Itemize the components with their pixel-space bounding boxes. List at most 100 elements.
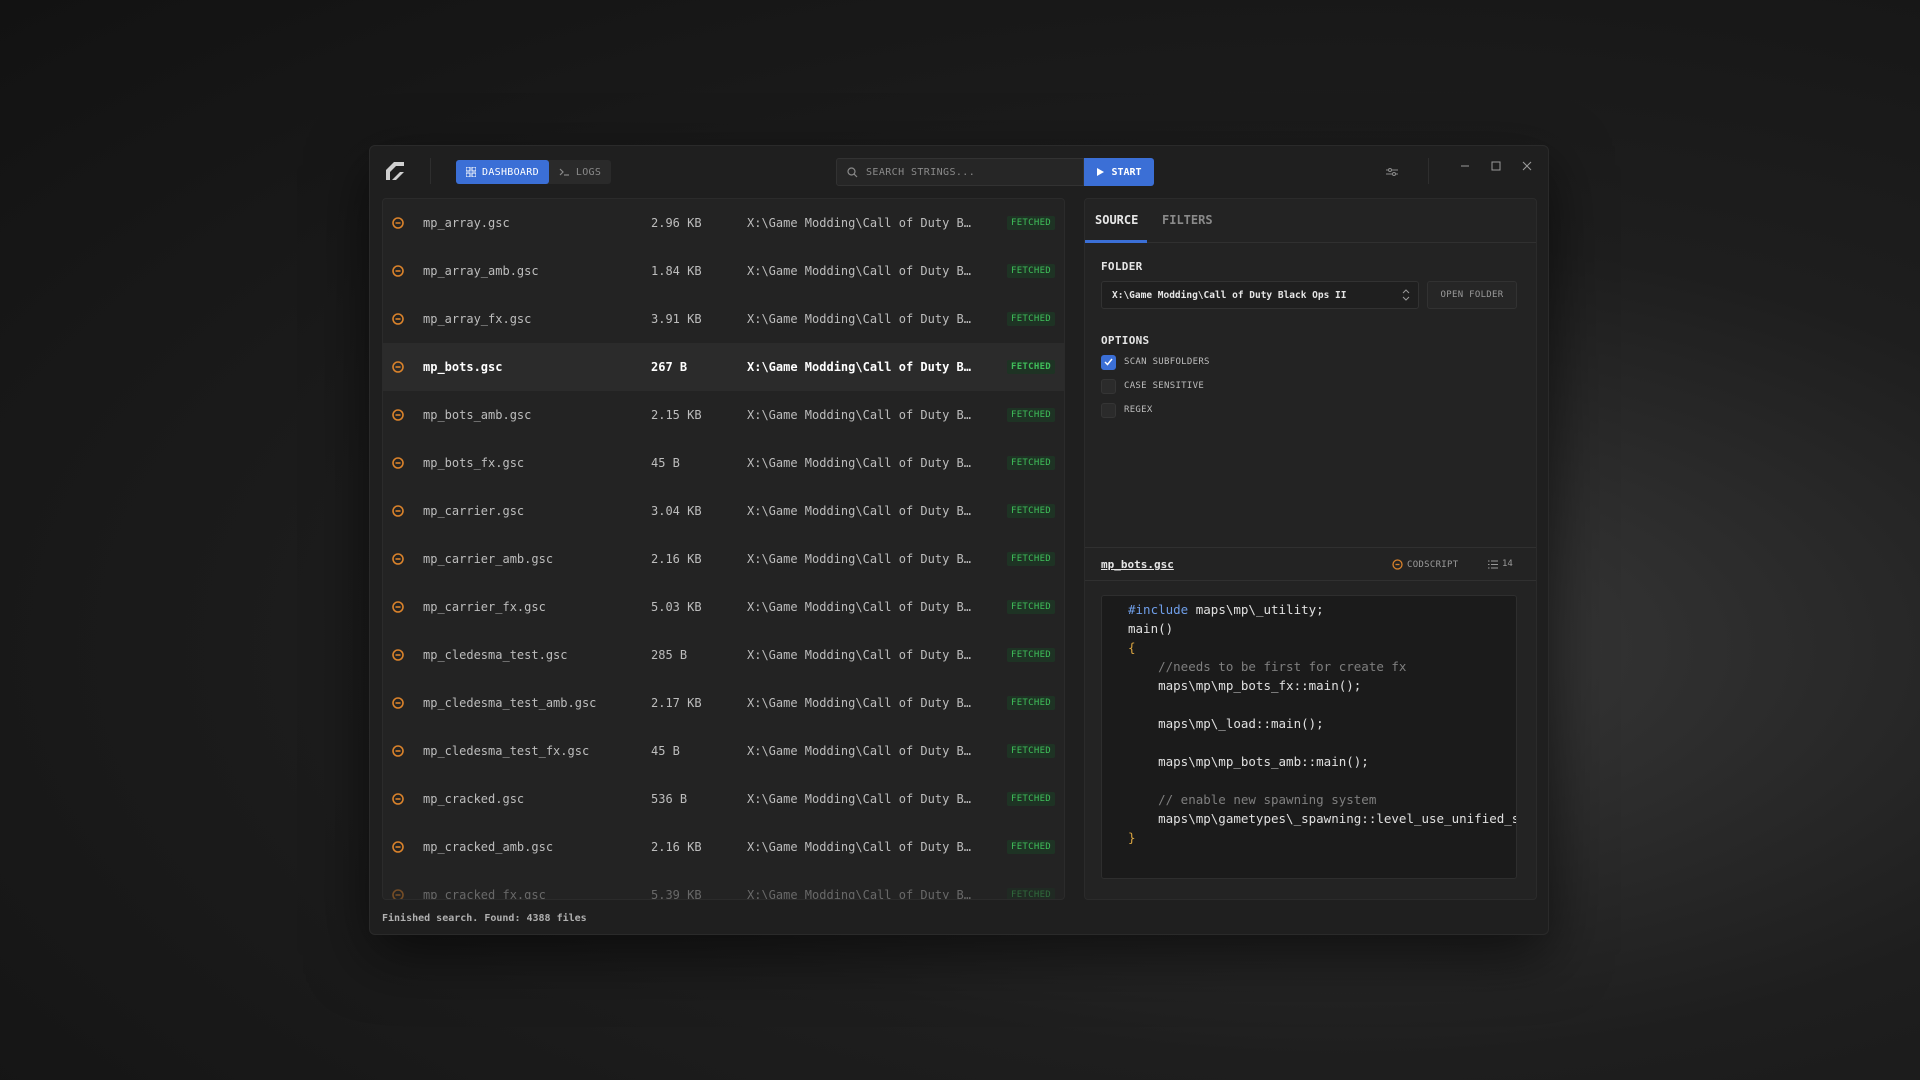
file-name: mp_carrier_fx.gsc — [423, 600, 546, 614]
file-row[interactable]: mp_carrier_amb.gsc 2.16 KB X:\Game Modding… — [383, 535, 1064, 583]
file-path: X:\Game Modding\Call of Duty Black Ops I… — [747, 264, 977, 278]
file-path: X:\Game Modding\Call of Duty Black Ops I… — [747, 600, 977, 614]
code-text: maps\mp\mp_bots_fx::main(); — [1128, 678, 1362, 693]
start-button[interactable]: START — [1084, 158, 1154, 186]
maximize-icon — [1491, 161, 1501, 171]
panel-tabs: SOURCE FILTERS — [1085, 199, 1536, 243]
checkbox[interactable] — [1101, 354, 1116, 370]
status-badge: FETCHED — [1007, 264, 1056, 278]
preview-file-name[interactable]: mp_bots.gsc — [1101, 558, 1174, 571]
file-path: X:\Game Modding\Call of Duty Black Ops I… — [747, 744, 977, 758]
tab-dashboard[interactable]: DASHBOARD — [456, 160, 549, 184]
file-size: 45 B — [651, 744, 680, 758]
file-icon — [392, 649, 404, 661]
include-path: maps\mp\_utility; — [1188, 602, 1324, 617]
file-row[interactable]: mp_cledesma_test_fx.gsc 45 B X:\Game Moddi… — [383, 727, 1064, 775]
grid-icon — [466, 167, 476, 177]
option-scan-subfolders[interactable]: SCAN SUBFOLDERS — [1101, 354, 1210, 370]
status-badge: FETCHED — [1007, 456, 1056, 470]
file-name: mp_bots_fx.gsc — [423, 456, 525, 470]
file-name: mp_bots_amb.gsc — [423, 408, 532, 422]
maximize-button[interactable] — [1486, 156, 1506, 176]
file-size: 5.39 KB — [651, 888, 702, 900]
folder-select-value: X:\Game Modding\Call of Duty Black Ops I… — [1112, 289, 1347, 301]
file-row[interactable]: mp_cracked.gsc 536 B X:\Game Modding\Call … — [383, 775, 1064, 823]
search-icon — [847, 166, 858, 177]
file-row[interactable]: mp_cracked_fx.gsc 5.39 KB X:\Game Modding\… — [383, 871, 1064, 900]
file-row[interactable]: mp_carrier_fx.gsc 5.03 KB X:\Game Modding\… — [383, 583, 1064, 631]
file-size: 536 B — [651, 792, 688, 806]
codscript-icon — [1392, 559, 1403, 570]
status-badge: FETCHED — [1007, 696, 1056, 710]
code-text: //needs to be first for create fx — [1128, 659, 1407, 674]
file-row[interactable]: mp_array_fx.gsc 3.91 KB X:\Game Modding\Ca… — [383, 295, 1064, 343]
file-icon — [392, 361, 404, 373]
terminal-icon — [559, 168, 569, 176]
folder-label: FOLDER — [1101, 260, 1143, 273]
options-label: OPTIONS — [1101, 334, 1150, 347]
code-line: main() — [1102, 619, 1516, 638]
code-text: main() — [1128, 621, 1174, 636]
checkbox[interactable] — [1101, 378, 1116, 394]
file-icon — [392, 697, 404, 709]
file-row[interactable]: mp_cracked_amb.gsc 2.16 KB X:\Game Modding… — [383, 823, 1064, 871]
code-line: maps\mp\mp_bots_fx::main(); — [1102, 676, 1516, 695]
file-path: X:\Game Modding\Call of Duty Black Ops I… — [747, 408, 977, 422]
right-panel: SOURCE FILTERS FOLDER X:\Game Modding\Ca… — [1084, 198, 1537, 900]
folder-select[interactable]: X:\Game Modding\Call of Duty Black Ops I… — [1101, 281, 1419, 309]
file-row[interactable]: mp_cledesma_test.gsc 285 B X:\Game Modding… — [383, 631, 1064, 679]
status-badge: FETCHED — [1007, 312, 1056, 326]
file-path: X:\Game Modding\Call of Duty Black Ops I… — [747, 648, 977, 662]
file-name: mp_cracked.gsc — [423, 792, 525, 806]
code-preview: #include maps\mp\_utility; main() { //need… — [1101, 595, 1517, 879]
main-nav: DASHBOARD LOGS — [456, 160, 612, 184]
status-badge: FETCHED — [1007, 408, 1056, 422]
title-divider — [430, 158, 431, 184]
file-path: X:\Game Modding\Call of Duty Black Ops I… — [747, 312, 977, 326]
code-text: maps\mp\_load::main(); — [1128, 716, 1324, 731]
file-row[interactable]: mp_bots.gsc 267 B X:\Game Modding\Call of … — [383, 343, 1064, 391]
file-row[interactable]: mp_carrier.gsc 3.04 KB X:\Game Modding\Cal… — [383, 487, 1064, 535]
file-name: mp_array_amb.gsc — [423, 264, 539, 278]
file-name: mp_carrier_amb.gsc — [423, 552, 554, 566]
language-label: CODSCRIPT — [1407, 559, 1459, 570]
file-name: mp_cledesma_test_amb.gsc — [423, 696, 597, 710]
minimize-button[interactable] — [1455, 156, 1475, 176]
checkbox[interactable] — [1101, 402, 1116, 418]
option-case-sensitive[interactable]: CASE SENSITIVE — [1101, 378, 1204, 394]
search-input[interactable] — [866, 166, 1066, 178]
code-line: //needs to be first for create fx — [1102, 657, 1516, 676]
file-icon — [392, 889, 404, 899]
option-label: CASE SENSITIVE — [1124, 381, 1205, 391]
file-row[interactable]: mp_bots_amb.gsc 2.15 KB X:\Game Modding\Ca… — [383, 391, 1064, 439]
file-row[interactable]: mp_array.gsc 2.96 KB X:\Game Modding\Call … — [383, 199, 1064, 247]
app-logo-icon — [386, 162, 404, 180]
file-row[interactable]: mp_cledesma_test_amb.gsc 2.17 KB X:\Game M… — [383, 679, 1064, 727]
line-count-badge: 14 — [1488, 559, 1513, 569]
file-path: X:\Game Modding\Call of Duty Black Ops I… — [747, 792, 977, 806]
status-badge: FETCHED — [1007, 840, 1056, 854]
status-badge: FETCHED — [1007, 600, 1056, 614]
tab-source[interactable]: SOURCE — [1095, 213, 1138, 227]
code-line: } — [1102, 828, 1516, 847]
code-line: maps\mp\_load::main(); — [1102, 714, 1516, 733]
close-button[interactable] — [1517, 156, 1537, 176]
file-row[interactable]: mp_array_amb.gsc 1.84 KB X:\Game Modding\C… — [383, 247, 1064, 295]
status-badge: FETCHED — [1007, 552, 1056, 566]
file-name: mp_array_fx.gsc — [423, 312, 532, 326]
settings-sliders-button[interactable] — [1382, 162, 1402, 182]
file-size: 45 B — [651, 456, 680, 470]
tab-logs[interactable]: LOGS — [549, 160, 611, 184]
file-list: mp_array.gsc 2.96 KB X:\Game Modding\Call … — [382, 198, 1065, 900]
status-badge: FETCHED — [1007, 648, 1056, 662]
tab-filters[interactable]: FILTERS — [1162, 213, 1213, 227]
option-regex[interactable]: REGEX — [1101, 402, 1153, 418]
status-badge: FETCHED — [1007, 792, 1056, 806]
file-path: X:\Game Modding\Call of Duty Black Ops I… — [747, 216, 977, 230]
start-button-label: START — [1111, 166, 1142, 178]
open-folder-button[interactable]: OPEN FOLDER — [1427, 281, 1517, 309]
file-row[interactable]: mp_bots_fx.gsc 45 B X:\Game Modding\Call o… — [383, 439, 1064, 487]
code-line: { — [1102, 638, 1516, 657]
